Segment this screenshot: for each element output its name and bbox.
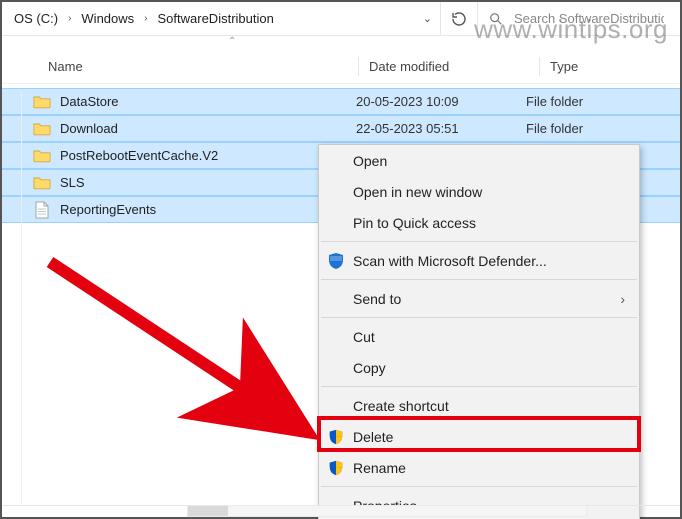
item-name: SLS [60, 175, 356, 190]
chevron-right-icon: › [140, 13, 151, 24]
breadcrumb-part-1[interactable]: Windows [75, 7, 140, 30]
sort-indicator-icon: ⌃ [228, 36, 236, 47]
list-item[interactable]: DataStore 20-05-2023 10:09 File folder [2, 88, 680, 115]
cm-open-new-window[interactable]: Open in new window [319, 176, 639, 207]
chevron-right-icon: › [620, 291, 625, 307]
folder-icon [32, 119, 52, 139]
cm-pin-quick-access[interactable]: Pin to Quick access [319, 207, 639, 238]
scroll-thumb[interactable] [188, 506, 228, 516]
file-icon [32, 200, 52, 220]
defender-shield-icon [327, 252, 345, 270]
column-header-type[interactable]: Type [550, 59, 680, 74]
cm-copy[interactable]: Copy [319, 352, 639, 383]
breadcrumb-part-2[interactable]: SoftwareDistribution [152, 7, 280, 30]
cm-delete[interactable]: Delete [319, 421, 639, 452]
cm-open[interactable]: Open [319, 145, 639, 176]
status-bar [2, 505, 680, 517]
cm-create-shortcut[interactable]: Create shortcut [319, 390, 639, 421]
item-name: PostRebootEventCache.V2 [60, 148, 356, 163]
column-header-name[interactable]: Name [48, 59, 358, 74]
annotation-arrow [40, 252, 330, 452]
item-date: 22-05-2023 05:51 [356, 121, 526, 136]
item-date: 20-05-2023 10:09 [356, 94, 526, 109]
list-item[interactable]: Download 22-05-2023 05:51 File folder [2, 115, 680, 142]
breadcrumb-part-0[interactable]: OS (C:) [8, 7, 64, 30]
column-header-date[interactable]: Date modified [369, 59, 539, 74]
search-input[interactable]: Search SoftwareDistribution [514, 11, 664, 26]
item-name: Download [60, 121, 356, 136]
cm-defender-scan[interactable]: Scan with Microsoft Defender... [319, 245, 639, 276]
folder-icon [32, 173, 52, 193]
folder-icon [32, 92, 52, 112]
context-menu: Open Open in new window Pin to Quick acc… [318, 144, 640, 519]
chevron-down-icon[interactable]: ⌄ [415, 8, 440, 29]
cm-send-to[interactable]: Send to › [319, 283, 639, 314]
breadcrumb-bar[interactable]: OS (C:) › Windows › SoftwareDistribution… [2, 2, 680, 36]
uac-shield-icon [327, 459, 345, 477]
chevron-right-icon: › [64, 13, 75, 24]
item-type: File folder [526, 121, 680, 136]
item-name: DataStore [60, 94, 356, 109]
item-name: ReportingEvents [60, 202, 356, 217]
cm-cut[interactable]: Cut [319, 321, 639, 352]
column-headers: Name Date modified Type [2, 50, 680, 84]
navigation-pane[interactable] [2, 92, 22, 505]
uac-shield-icon [327, 428, 345, 446]
search-icon [488, 11, 504, 27]
cm-rename[interactable]: Rename [319, 452, 639, 483]
folder-icon [32, 146, 52, 166]
horizontal-scrollbar[interactable] [187, 505, 587, 517]
refresh-icon[interactable] [451, 11, 467, 27]
item-type: File folder [526, 94, 680, 109]
